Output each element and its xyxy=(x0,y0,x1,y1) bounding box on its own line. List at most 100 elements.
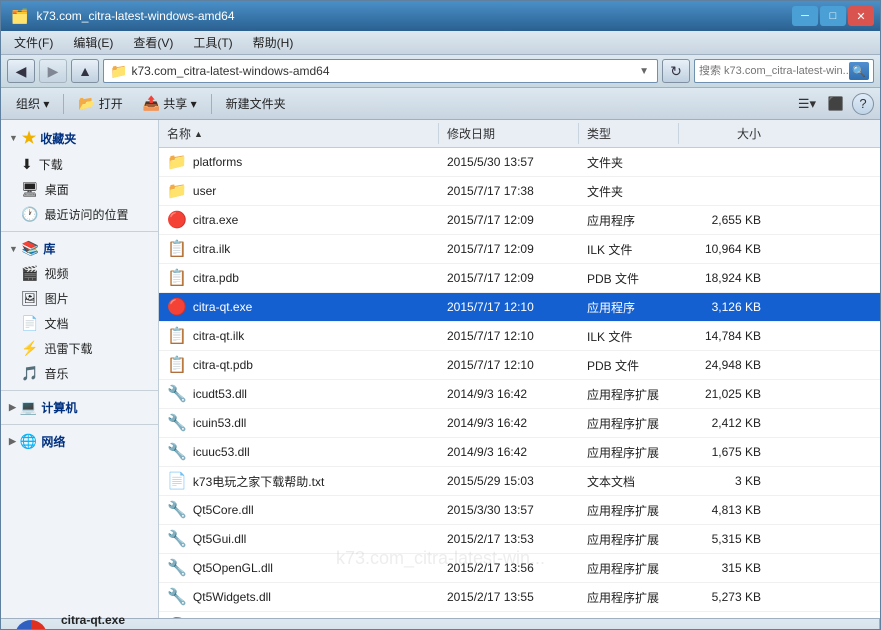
sidebar-item-video[interactable]: 🎬 视频 xyxy=(1,261,158,286)
help-button[interactable]: ? xyxy=(852,93,874,115)
table-row[interactable]: 🔧 Qt5Gui.dll 2015/2/17 13:53 应用程序扩展 5,31… xyxy=(159,525,880,554)
close-button[interactable]: ✕ xyxy=(848,6,874,26)
file-rows-container: 📁 platforms 2015/5/30 13:57 文件夹 📁 user 2… xyxy=(159,148,880,618)
table-row[interactable]: 🔴 citra-qt.exe 2015/7/17 12:10 应用程序 3,12… xyxy=(159,293,880,322)
open-icon: 📂 xyxy=(78,95,95,112)
pictures-label: 图片 xyxy=(45,290,69,307)
table-row[interactable]: 📄 k73电玩之家下载帮助.txt 2015/5/29 15:03 文本文档 3… xyxy=(159,467,880,496)
menu-view[interactable]: 查看(V) xyxy=(126,33,180,53)
table-row[interactable]: 📋 citra-qt.ilk 2015/7/17 12:10 ILK 文件 14… xyxy=(159,322,880,351)
address-box[interactable]: 📁 k73.com_citra-latest-windows-amd64 ▼ xyxy=(103,59,658,83)
preview-filename: citra-qt.exe xyxy=(61,613,333,627)
sidebar-header-favorites[interactable]: ▼ ★ 收藏夹 xyxy=(1,124,158,152)
sidebar-item-desktop[interactable]: 🖥 桌面 xyxy=(1,177,158,202)
sidebar-item-recent[interactable]: 🕐 最近访问的位置 xyxy=(1,202,158,227)
column-header-name[interactable]: 名称 ▲ xyxy=(159,123,439,144)
table-row[interactable]: 📋 citra.pdb 2015/7/17 12:09 PDB 文件 18,92… xyxy=(159,264,880,293)
file-size-cell xyxy=(679,160,769,164)
sidebar-divider-2 xyxy=(1,390,158,391)
table-row[interactable]: 🔧 icudt53.dll 2014/9/3 16:42 应用程序扩展 21,0… xyxy=(159,380,880,409)
file-name-cell: 📁 user xyxy=(159,179,439,203)
menu-file[interactable]: 文件(F) xyxy=(7,33,60,53)
video-label: 视频 xyxy=(44,265,68,282)
file-size-cell: 3 KB xyxy=(679,472,769,490)
table-row[interactable]: 🔧 Qt5Core.dll 2015/3/30 13:57 应用程序扩展 4,8… xyxy=(159,496,880,525)
file-size-cell: 4,813 KB xyxy=(679,501,769,519)
search-box[interactable]: 🔍 xyxy=(694,59,874,83)
menu-tools[interactable]: 工具(T) xyxy=(186,33,239,53)
file-icon: 📁 xyxy=(167,181,187,201)
sidebar-header-computer[interactable]: ▶ 💻 计算机 xyxy=(1,395,158,420)
file-type-cell: 应用程序扩展 xyxy=(579,500,679,521)
back-button[interactable]: ◀ xyxy=(7,59,35,83)
file-name-cell: 📋 citra-qt.ilk xyxy=(159,324,439,348)
sidebar-header-network[interactable]: ▶ 🌐 网络 xyxy=(1,429,158,454)
file-name: platforms xyxy=(193,155,242,169)
file-size-cell: 10,964 KB xyxy=(679,240,769,258)
new-folder-button[interactable]: 新建文件夹 xyxy=(217,91,295,117)
table-row[interactable]: 🔧 icuuc53.dll 2014/9/3 16:42 应用程序扩展 1,67… xyxy=(159,438,880,467)
share-label: 共享 ▾ xyxy=(163,95,196,112)
favorites-label: 收藏夹 xyxy=(40,130,76,147)
forward-button[interactable]: ▶ xyxy=(39,59,67,83)
sidebar-header-library[interactable]: ▼ 📚 库 xyxy=(1,236,158,261)
file-type-cell: ILK 文件 xyxy=(579,239,679,260)
table-row[interactable]: 🔧 icuin53.dll 2014/9/3 16:42 应用程序扩展 2,41… xyxy=(159,409,880,438)
file-size-cell: 5,315 KB xyxy=(679,530,769,548)
file-name: citra.ilk xyxy=(193,242,230,256)
search-button[interactable]: 🔍 xyxy=(849,62,869,80)
minimize-button[interactable]: ─ xyxy=(792,6,818,26)
file-date-cell: 2014/9/3 16:42 xyxy=(439,414,579,432)
file-date-cell: 2015/5/30 13:57 xyxy=(439,153,579,171)
desktop-label: 桌面 xyxy=(45,181,69,198)
view-toggle-button[interactable]: ☰▾ xyxy=(794,93,820,115)
file-date-cell: 2015/5/29 15:03 xyxy=(439,472,579,490)
file-list-area[interactable]: 名称 ▲ 修改日期 类型 大小 📁 platforms 2015/5/30 xyxy=(159,120,880,618)
title-bar: 🗂️ k73.com_citra-latest-windows-amd64 ─ … xyxy=(1,1,880,31)
file-name: icuuc53.dll xyxy=(193,445,250,459)
search-input[interactable] xyxy=(699,65,849,77)
table-row[interactable]: 📁 platforms 2015/5/30 13:57 文件夹 xyxy=(159,148,880,177)
computer-icon: 💻 xyxy=(20,399,37,416)
table-row[interactable]: 📁 user 2015/7/17 17:38 文件夹 xyxy=(159,177,880,206)
column-header-size[interactable]: 大小 xyxy=(679,123,769,144)
table-row[interactable]: 📋 citra-qt.pdb 2015/7/17 12:10 PDB 文件 24… xyxy=(159,351,880,380)
table-row[interactable]: 📋 citra.ilk 2015/7/17 12:09 ILK 文件 10,96… xyxy=(159,235,880,264)
share-button[interactable]: 📤 共享 ▾ xyxy=(134,91,206,117)
toolbar-separator-2 xyxy=(211,94,212,114)
sidebar-item-xunlei[interactable]: ⚡ 迅雷下载 xyxy=(1,336,158,361)
table-row[interactable]: 🔧 Qt5OpenGL.dll 2015/2/17 13:56 应用程序扩展 3… xyxy=(159,554,880,583)
column-header-type[interactable]: 类型 xyxy=(579,123,679,144)
refresh-button[interactable]: ↻ xyxy=(662,59,690,83)
menu-help[interactable]: 帮助(H) xyxy=(246,33,301,53)
open-button[interactable]: 📂 打开 xyxy=(69,91,131,117)
file-date-cell: 2015/7/17 12:09 xyxy=(439,269,579,287)
chevron-icon-library: ▼ xyxy=(9,244,18,254)
address-dropdown-arrow[interactable]: ▼ xyxy=(637,66,651,77)
column-header-date[interactable]: 修改日期 xyxy=(439,123,579,144)
file-date-cell: 2015/2/17 13:55 xyxy=(439,588,579,606)
file-name: Qt5Widgets.dll xyxy=(193,590,271,604)
file-date-cell: 2015/7/17 12:10 xyxy=(439,356,579,374)
file-date-cell: 2014/9/3 16:42 xyxy=(439,385,579,403)
table-row[interactable]: 🔴 citra.exe 2015/7/17 12:09 应用程序 2,655 K… xyxy=(159,206,880,235)
library-icon: 📚 xyxy=(22,240,39,257)
music-icon: 🎵 xyxy=(21,365,38,382)
preview-pane-button[interactable]: ⬛ xyxy=(823,93,849,115)
file-size-cell: 14,784 KB xyxy=(679,327,769,345)
sidebar-item-documents[interactable]: 📄 文档 xyxy=(1,311,158,336)
sidebar-item-pictures[interactable]: 🖼 图片 xyxy=(1,286,158,311)
file-name: citra.pdb xyxy=(193,271,239,285)
sidebar-item-music[interactable]: 🎵 音乐 xyxy=(1,361,158,386)
file-name: Qt5Core.dll xyxy=(193,503,254,517)
pictures-icon: 🖼 xyxy=(21,290,39,307)
menu-edit[interactable]: 编辑(E) xyxy=(66,33,120,53)
sidebar-item-downloads[interactable]: ⬇ 下载 xyxy=(1,152,158,177)
organize-button[interactable]: 组织 ▾ xyxy=(7,91,58,117)
up-button[interactable]: ▲ xyxy=(71,59,99,83)
file-name: user xyxy=(193,184,216,198)
file-type-cell: 应用程序扩展 xyxy=(579,587,679,608)
maximize-button[interactable]: □ xyxy=(820,6,846,26)
file-size-cell: 1,675 KB xyxy=(679,443,769,461)
table-row[interactable]: 🔧 Qt5Widgets.dll 2015/2/17 13:55 应用程序扩展 … xyxy=(159,583,880,612)
